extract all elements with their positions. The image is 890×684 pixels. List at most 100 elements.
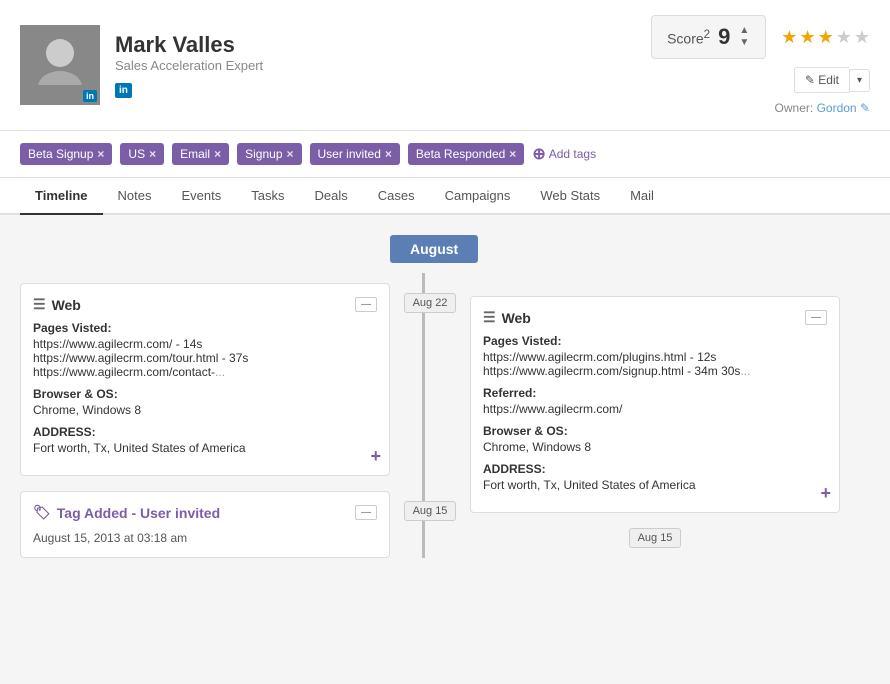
- tag-card-1-title: 🏷 Tag Added - User invited: [33, 504, 220, 521]
- browser-value-2: Chrome, Windows 8: [483, 440, 827, 454]
- tag-beta-signup: Beta Signup ×: [20, 143, 112, 165]
- web-card-2-header: ☰ Web —: [483, 309, 827, 326]
- score-label: Score2: [667, 28, 710, 47]
- edit-button[interactable]: ✎ Edit: [794, 67, 849, 93]
- nav-tabs: Timeline Notes Events Tasks Deals Cases …: [0, 178, 890, 215]
- tab-timeline[interactable]: Timeline: [20, 178, 103, 215]
- month-badge: August: [390, 235, 478, 263]
- date-aug15-right: Aug 15: [629, 528, 682, 548]
- tag-remove-beta-responded[interactable]: ×: [509, 147, 516, 161]
- star-3[interactable]: ★: [818, 27, 834, 48]
- referred-value: https://www.agilecrm.com/: [483, 402, 827, 416]
- web-card-1-add[interactable]: +: [370, 446, 381, 467]
- tab-deals[interactable]: Deals: [299, 178, 362, 215]
- owner-link[interactable]: Gordon ✎: [817, 101, 870, 115]
- tag-beta-responded: Beta Responded ×: [408, 143, 524, 165]
- pages-visted-value-1: https://www.agilecrm.com/ - 14s https://…: [33, 337, 377, 379]
- edit-dropdown-button[interactable]: ▾: [849, 69, 870, 92]
- tag-label: Beta Responded: [416, 147, 505, 161]
- web-card-2-title: ☰ Web: [483, 309, 531, 326]
- timeline-section: August ☰ Web — Pages Visted: htt: [0, 215, 890, 593]
- tab-mail[interactable]: Mail: [615, 178, 669, 215]
- star-rating: ★ ★ ★ ★ ★: [781, 27, 870, 48]
- score-superscript: 2: [704, 28, 710, 41]
- browser-value-1: Chrome, Windows 8: [33, 403, 377, 417]
- tag-us: US ×: [120, 143, 164, 165]
- tag-signup: Signup ×: [237, 143, 301, 165]
- tab-events[interactable]: Events: [166, 178, 236, 215]
- tag-card-1: 🏷 Tag Added - User invited — August 15, …: [20, 491, 390, 558]
- tag-icon: 🏷: [33, 504, 51, 521]
- pages-visted-value-2: https://www.agilecrm.com/plugins.html - …: [483, 350, 827, 378]
- tag-card-minimize[interactable]: —: [355, 505, 377, 520]
- tab-cases[interactable]: Cases: [363, 178, 430, 215]
- tag-card-left-col: 🏷 Tag Added - User invited — August 15, …: [20, 491, 405, 558]
- tag-remove-signup[interactable]: ×: [287, 147, 294, 161]
- contact-details: Mark Valles Sales Acceleration Expert in: [115, 32, 263, 98]
- star-5[interactable]: ★: [854, 27, 870, 48]
- ellipsis-2: ...: [740, 364, 750, 378]
- tag-remove-user-invited[interactable]: ×: [385, 147, 392, 161]
- tag-label: Beta Signup: [28, 147, 93, 161]
- browser-label-1: Browser & OS:: [33, 387, 377, 401]
- web-card-1: ☰ Web — Pages Visted: https://www.agilec…: [20, 283, 390, 476]
- web-card-1-title: ☰ Web: [33, 296, 81, 313]
- web-icon-1: ☰: [33, 296, 46, 313]
- add-tags-plus-icon: ⊕: [532, 144, 545, 164]
- tab-tasks[interactable]: Tasks: [236, 178, 299, 215]
- tag-remove-us[interactable]: ×: [149, 147, 156, 161]
- address-label-1: ADDRESS:: [33, 425, 377, 439]
- tag-date-value: August 15, 2013 at 03:18 am: [33, 531, 377, 545]
- score-stepper: ▲ ▼: [738, 25, 750, 49]
- tag-remove-beta-signup[interactable]: ×: [97, 147, 104, 161]
- tag-label: User invited: [318, 147, 381, 161]
- contact-info-section: in Mark Valles Sales Acceleration Expert…: [20, 25, 263, 105]
- linkedin-badge: in: [83, 90, 97, 102]
- tag-label: Email: [180, 147, 210, 161]
- avatar: in: [20, 25, 100, 105]
- tab-campaigns[interactable]: Campaigns: [430, 178, 526, 215]
- contact-header: in Mark Valles Sales Acceleration Expert…: [0, 0, 890, 131]
- tag-user-invited: User invited ×: [310, 143, 400, 165]
- score-down-button[interactable]: ▼: [738, 37, 750, 49]
- tag-email: Email ×: [172, 143, 229, 165]
- timeline-center-1: Aug 22: [405, 283, 455, 313]
- tag-remove-email[interactable]: ×: [214, 147, 221, 161]
- web-icon-2: ☰: [483, 309, 496, 326]
- tab-web-stats[interactable]: Web Stats: [525, 178, 615, 215]
- score-up-button[interactable]: ▲: [738, 25, 750, 37]
- timeline-row-2: 🏷 Tag Added - User invited — August 15, …: [20, 491, 870, 558]
- contact-name: Mark Valles: [115, 32, 263, 58]
- web-card-2-add[interactable]: +: [820, 483, 831, 504]
- contact-subtitle: Sales Acceleration Expert: [115, 58, 263, 73]
- linkedin-icon[interactable]: in: [115, 83, 132, 98]
- pages-visted-label-2: Pages Visted:: [483, 334, 827, 348]
- star-2[interactable]: ★: [799, 27, 815, 48]
- web-card-1-minimize[interactable]: —: [355, 297, 377, 312]
- ellipsis-1: ...: [215, 365, 225, 379]
- address-value-1: Fort worth, Tx, United States of America: [33, 441, 377, 455]
- referred-label: Referred:: [483, 386, 827, 400]
- tag-card-1-header: 🏷 Tag Added - User invited —: [33, 504, 377, 521]
- star-4[interactable]: ★: [836, 27, 852, 48]
- score-section: Score2 9 ▲ ▼ ★ ★ ★ ★ ★ ✎ Edit ▾ Owner: [651, 15, 870, 115]
- timeline-main: ☰ Web — Pages Visted: https://www.agilec…: [20, 273, 870, 558]
- score-box: Score2 9 ▲ ▼: [651, 15, 766, 59]
- tab-notes[interactable]: Notes: [103, 178, 167, 215]
- score-value: 9: [718, 24, 730, 50]
- web-card-2: ☰ Web — Pages Visted: https://www.agilec…: [470, 296, 840, 513]
- pages-visted-label-1: Pages Visted:: [33, 321, 377, 335]
- web-card-right-2-col: ☰ Web — Pages Visted: https://www.agilec…: [455, 296, 840, 548]
- star-1[interactable]: ★: [781, 27, 797, 48]
- date-aug22: Aug 22: [404, 293, 457, 313]
- add-tags-button[interactable]: ⊕ Add tags: [532, 144, 596, 164]
- edit-button-group: ✎ Edit ▾: [794, 67, 870, 93]
- web-card-2-minimize[interactable]: —: [805, 310, 827, 325]
- tag-label: Signup: [245, 147, 282, 161]
- web-card-1-header: ☰ Web —: [33, 296, 377, 313]
- timeline-center-2: Aug 15: [405, 491, 455, 521]
- tag-label: US: [128, 147, 145, 161]
- browser-label-2: Browser & OS:: [483, 424, 827, 438]
- web-card-left-col: ☰ Web — Pages Visted: https://www.agilec…: [20, 283, 405, 476]
- address-value-2: Fort worth, Tx, United States of America: [483, 478, 827, 492]
